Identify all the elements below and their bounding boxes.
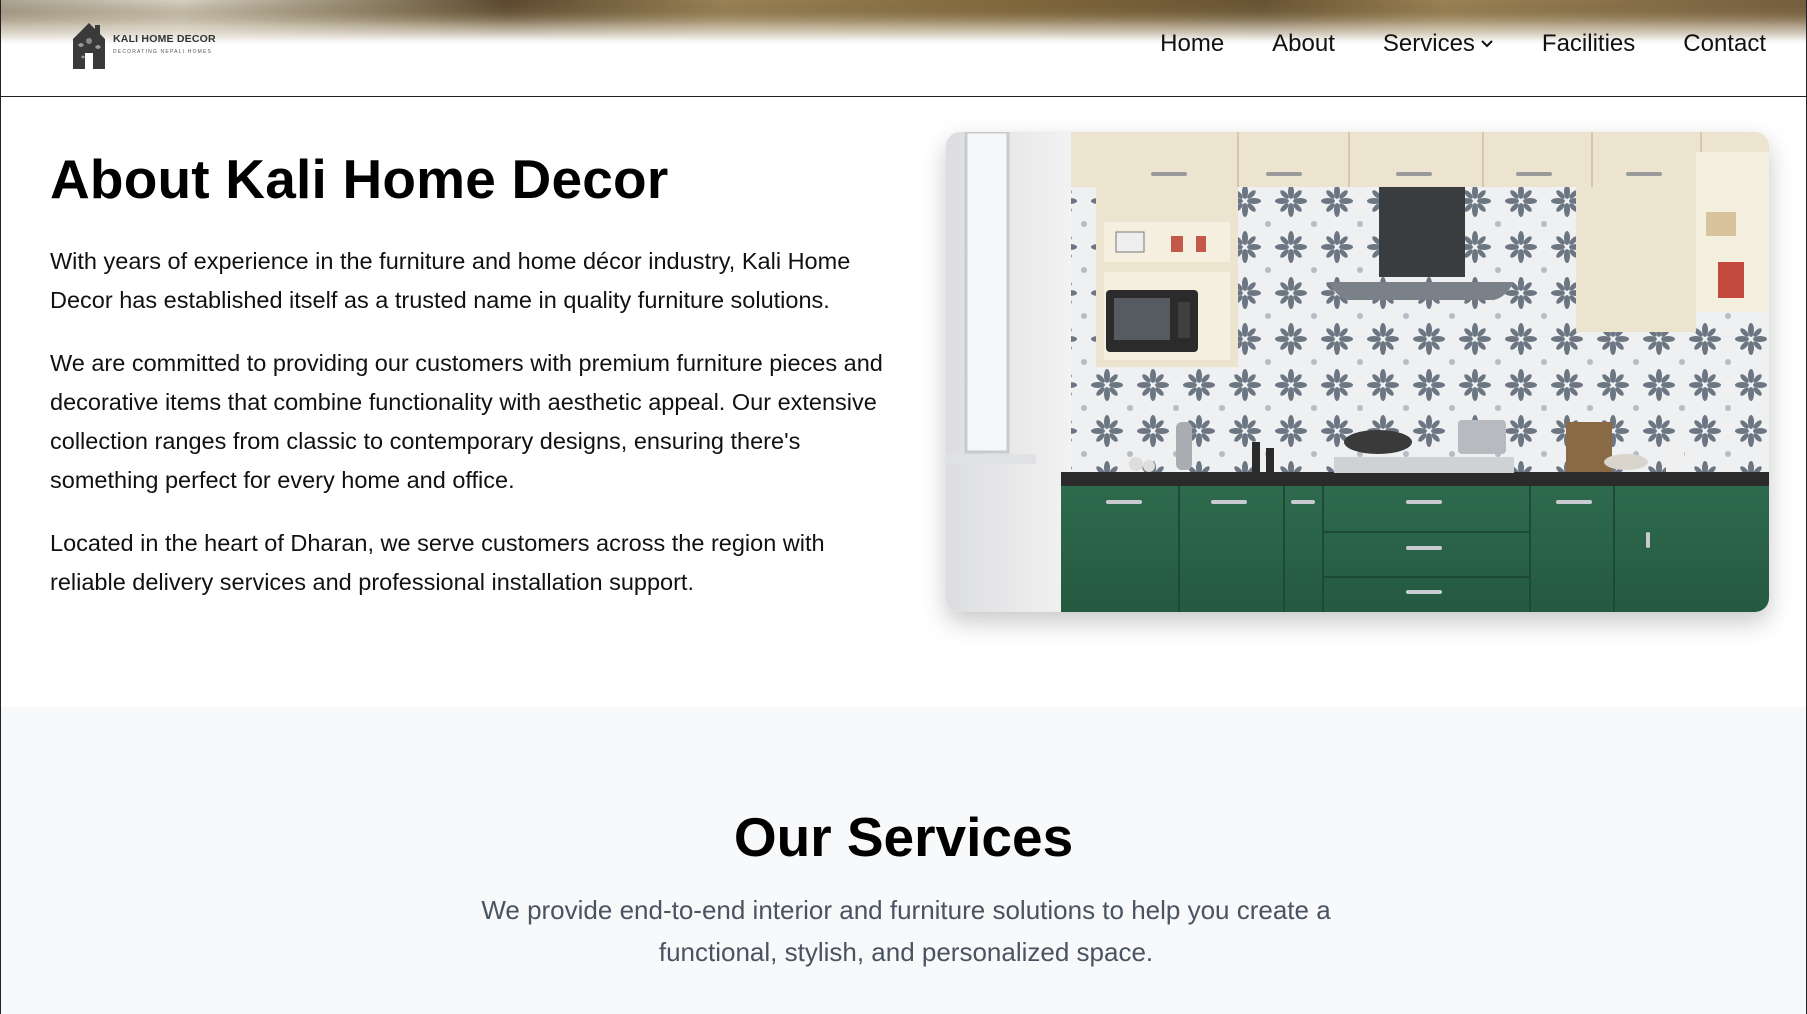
nav-home[interactable]: Home <box>1160 30 1224 58</box>
chevron-down-icon <box>1481 40 1493 48</box>
nav-contact[interactable]: Contact <box>1683 30 1766 58</box>
services-section: Our Services We provide end-to-end inter… <box>0 707 1807 1014</box>
house-logo-icon <box>73 23 105 69</box>
kitchen-illustration <box>946 132 1769 612</box>
logo-name: KALI HOME DECOR <box>113 33 216 45</box>
site-header: KALI HOME DECOR DECORATING NEPALI HOMES … <box>0 0 1807 97</box>
about-paragraph: Located in the heart of Dharan, we serve… <box>50 530 825 595</box>
kitchen-image <box>946 132 1769 612</box>
about-paragraph: With years of experience in the furnitur… <box>50 248 851 313</box>
main-nav: Home About Services Facilities Contact <box>1160 30 1766 58</box>
nav-services-label: Services <box>1382 30 1475 57</box>
about-title: About Kali Home Decor <box>50 148 669 210</box>
about-paragraph: We are committed to providing our custom… <box>50 350 883 493</box>
logo-tagline: DECORATING NEPALI HOMES <box>113 49 213 55</box>
services-subtitle: We provide end-to-end interior and furni… <box>481 895 1331 967</box>
about-section: About Kali Home Decor With years of expe… <box>0 97 1807 707</box>
nav-services[interactable]: Services <box>1383 30 1494 58</box>
nav-facilities[interactable]: Facilities <box>1542 30 1635 58</box>
nav-about[interactable]: About <box>1272 30 1335 58</box>
services-title: Our Services <box>733 806 1074 868</box>
site-logo[interactable]: KALI HOME DECOR DECORATING NEPALI HOMES <box>67 16 216 72</box>
